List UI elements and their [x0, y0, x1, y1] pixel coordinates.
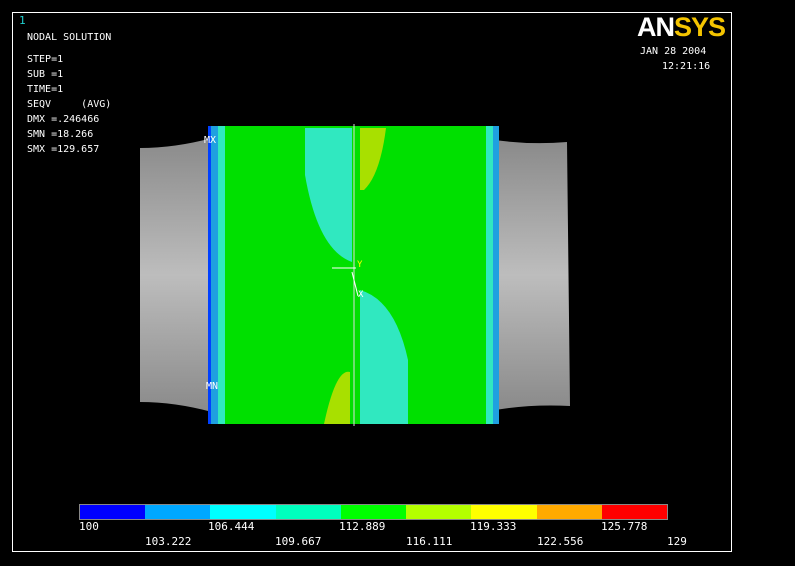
legend-label: 100: [79, 520, 99, 533]
legend-label: 122.556: [537, 535, 584, 548]
fea-model-plot: MX MN Y X: [140, 124, 570, 426]
legend-label: 129: [667, 535, 687, 548]
legend-swatch: [601, 505, 667, 519]
legend-label: 119.333: [470, 520, 517, 533]
axis-y-label: Y: [357, 260, 363, 270]
legend-swatch: [145, 505, 211, 519]
axis-x-label: X: [358, 290, 364, 300]
min-marker: MN: [206, 381, 218, 392]
legend-label: 125.778: [601, 520, 648, 533]
color-legend-bar: [79, 504, 668, 520]
legend-label: 103.222: [145, 535, 192, 548]
legend-label: 116.111: [406, 535, 453, 548]
legend-label: 109.667: [275, 535, 322, 548]
legend-swatch: [210, 505, 276, 519]
legend-label: 112.889: [339, 520, 386, 533]
legend-swatch: [536, 505, 602, 519]
legend-swatch: [275, 505, 341, 519]
max-marker: MX: [204, 135, 216, 146]
legend-swatch: [406, 505, 472, 519]
legend-swatch: [471, 505, 537, 519]
legend-swatch: [80, 505, 146, 519]
right-end-cap: [495, 140, 570, 410]
legend-label: 106.444: [208, 520, 255, 533]
left-end-cap: [140, 138, 212, 412]
legend-swatch: [340, 505, 407, 519]
